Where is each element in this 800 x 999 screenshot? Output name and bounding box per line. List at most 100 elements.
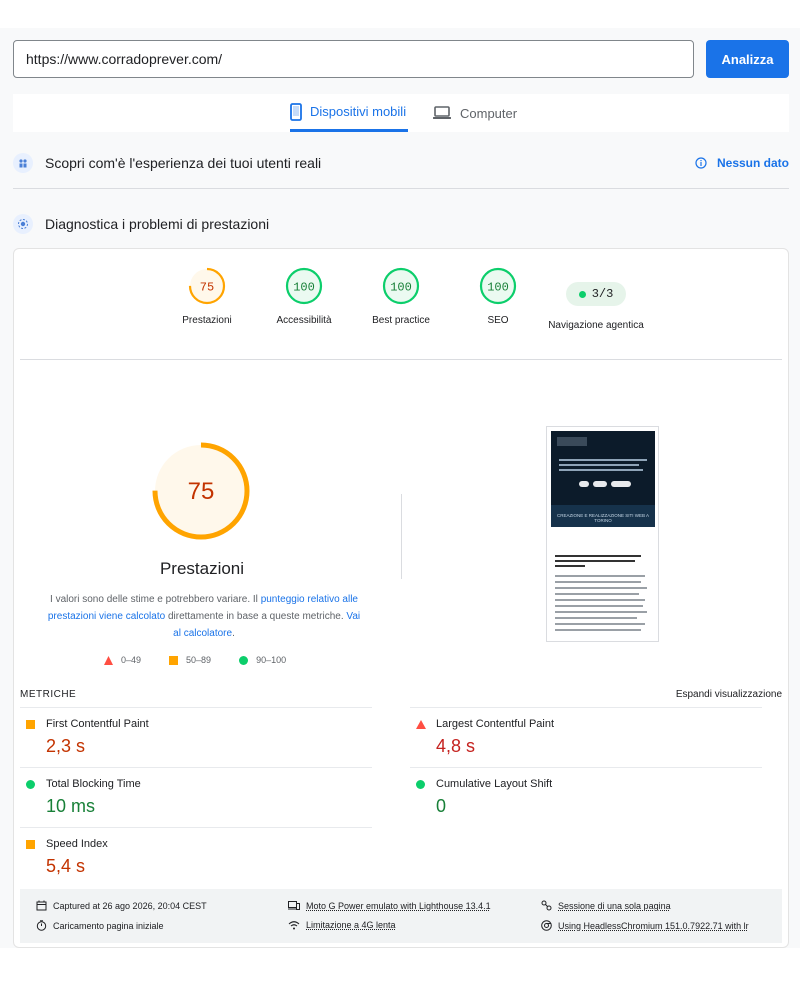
square-icon xyxy=(169,655,179,665)
performance-description: I valori sono delle stime e potrebbero v… xyxy=(44,591,364,642)
gauge-agentic-navigation[interactable]: 3/3 Navigazione agentica xyxy=(546,267,646,334)
metric-tbt: Total Blocking Time 10 ms xyxy=(20,767,372,827)
metric-tbt-name: Total Blocking Time xyxy=(46,778,141,790)
triangle-icon xyxy=(104,655,113,665)
diagnostics-title: Diagnostica i problemi di prestazioni xyxy=(45,216,270,232)
thumbnail-text-line xyxy=(559,459,647,461)
tab-desktop-label: Computer xyxy=(460,105,518,121)
gauge-performance-score: 75 xyxy=(200,281,214,295)
category-gauges: 75 Prestazioni 100 Accessibilità 100 Bes… xyxy=(14,249,788,361)
env-browser[interactable]: Using HeadlessChromium 151.0.7922.71 wit… xyxy=(541,920,749,931)
info-icon xyxy=(695,157,707,169)
thumbnail-paragraph-line xyxy=(555,611,647,613)
no-data-link[interactable]: Nessun dato xyxy=(695,156,789,170)
square-icon xyxy=(26,720,35,729)
agentic-score: 3/3 xyxy=(591,287,614,301)
thumbnail-caption: CREAZIONE E REALIZZAZIONE SITI WEB A TOR… xyxy=(556,513,649,523)
thumbnail-paragraph-line xyxy=(555,629,641,631)
url-input[interactable]: https://www.corradoprever.com/ xyxy=(13,40,694,78)
desc-text-3: . xyxy=(232,628,235,639)
laptop-icon xyxy=(433,106,451,119)
legend-average-range: 50–89 xyxy=(186,655,212,665)
score-legend: 0–49 50–89 90–100 xyxy=(104,655,286,665)
metric-cls: Cumulative Layout Shift 0 xyxy=(410,767,762,827)
circle-icon xyxy=(26,780,35,789)
env-session-text: Sessione di una sola pagina xyxy=(558,900,671,911)
metric-fcp-value: 2,3 s xyxy=(46,736,86,756)
thumbnail-heading-line xyxy=(555,565,585,567)
env-captured: Captured at 26 ago 2026, 20:04 CEST xyxy=(36,900,207,911)
metric-fcp: First Contentful Paint 2,3 s xyxy=(20,707,372,767)
performance-big-gauge: 75 xyxy=(152,442,250,540)
gauge-seo[interactable]: 100 SEO xyxy=(448,267,548,329)
gauges-divider xyxy=(20,359,782,360)
gauge-performance-label: Prestazioni xyxy=(182,315,232,326)
metrics-title: METRICHE xyxy=(20,689,77,700)
desc-text-2: direttamente in base a queste metriche. xyxy=(165,611,347,622)
wifi-icon xyxy=(288,921,300,930)
env-throttling[interactable]: Limitazione a 4G lenta xyxy=(288,920,396,930)
gauge-best-practices[interactable]: 100 Best practice xyxy=(351,267,451,329)
thumbnail-paragraph-line xyxy=(555,605,643,607)
thumbnail-heading-line xyxy=(555,560,635,562)
thumbnail-paragraph-line xyxy=(555,575,645,577)
page-screenshot-thumbnail[interactable]: CREAZIONE E REALIZZAZIONE SITI WEB A TOR… xyxy=(546,426,659,642)
thumbnail-text-line xyxy=(559,469,643,471)
metric-lcp: Largest Contentful Paint 4,8 s xyxy=(410,707,762,767)
session-icon xyxy=(541,900,552,911)
metric-speed-index: Speed Index 5,4 s xyxy=(20,827,372,887)
thumbnail-paragraph-line xyxy=(555,587,647,589)
metric-tbt-value: 10 ms xyxy=(46,796,96,816)
metric-lcp-name: Largest Contentful Paint xyxy=(436,718,555,730)
thumbnail-paragraph-line xyxy=(555,623,645,625)
thumbnail-paragraph-line xyxy=(555,617,637,619)
gauge-accessibility[interactable]: 100 Accessibilità xyxy=(254,267,354,329)
diagnostics-section: Diagnostica i problemi di prestazioni xyxy=(13,212,789,236)
env-load: Caricamento pagina iniziale xyxy=(36,920,164,931)
gauge-performance[interactable]: 75 Prestazioni xyxy=(157,267,257,329)
env-throttling-text: Limitazione a 4G lenta xyxy=(306,920,396,930)
analyze-button[interactable]: Analizza xyxy=(706,40,789,78)
env-device[interactable]: Moto G Power emulato with Lighthouse 13.… xyxy=(288,900,491,911)
thumbnail-heading-line xyxy=(555,555,641,557)
gauge-agentic-label: Navigazione agentica xyxy=(548,320,644,331)
env-session[interactable]: Sessione di una sola pagina xyxy=(541,900,671,911)
thumbnail-paragraph-line xyxy=(555,599,645,601)
env-device-text: Moto G Power emulato with Lighthouse 13.… xyxy=(306,900,491,911)
thumbnail-button xyxy=(593,481,607,487)
legend-average: 50–89 xyxy=(169,655,211,665)
gauge-best-practices-score: 100 xyxy=(390,281,412,295)
gauge-seo-label: SEO xyxy=(487,315,509,326)
tab-mobile-label: Dispositivi mobili xyxy=(310,104,407,119)
timer-icon xyxy=(36,920,47,931)
gauge-seo-score: 100 xyxy=(487,281,509,295)
legend-pass: 90–100 xyxy=(239,655,286,665)
env-load-text: Caricamento pagina iniziale xyxy=(53,920,164,931)
users-icon xyxy=(13,153,33,173)
env-captured-text: Captured at 26 ago 2026, 20:04 CEST xyxy=(53,900,207,911)
metric-cls-value: 0 xyxy=(436,796,447,816)
gauge-best-practices-label: Best practice xyxy=(372,315,430,326)
thumbnail-paragraph-line xyxy=(555,593,639,595)
lighthouse-report: 75 Prestazioni 100 Accessibilità 100 Bes… xyxy=(13,248,789,948)
pass-dot-icon xyxy=(578,290,586,298)
thumbnail-hero: CREAZIONE E REALIZZAZIONE SITI WEB A TOR… xyxy=(551,431,655,527)
crux-title: Scopri com'è l'esperienza dei tuoi utent… xyxy=(45,155,322,171)
legend-fail-range: 0–49 xyxy=(121,655,142,665)
env-browser-text: Using HeadlessChromium 151.0.7922.71 wit… xyxy=(558,920,749,931)
circle-icon xyxy=(239,655,249,665)
expand-view-toggle[interactable]: Espandi visualizzazione xyxy=(676,689,782,700)
gauge-accessibility-label: Accessibilità xyxy=(276,315,332,326)
metric-si-value: 5,4 s xyxy=(46,856,86,876)
smartphone-icon xyxy=(290,102,302,121)
metric-si-name: Speed Index xyxy=(46,838,108,850)
lab-icon xyxy=(13,214,33,234)
metric-cls-name: Cumulative Layout Shift xyxy=(436,778,553,790)
tab-mobile[interactable]: Dispositivi mobili xyxy=(290,94,409,132)
tab-desktop[interactable]: Computer xyxy=(432,94,517,132)
section-divider xyxy=(13,188,789,189)
thumbnail-logo xyxy=(557,437,587,446)
vertical-divider xyxy=(401,494,402,579)
thumbnail-button xyxy=(579,481,589,487)
metric-fcp-name: First Contentful Paint xyxy=(46,718,149,730)
